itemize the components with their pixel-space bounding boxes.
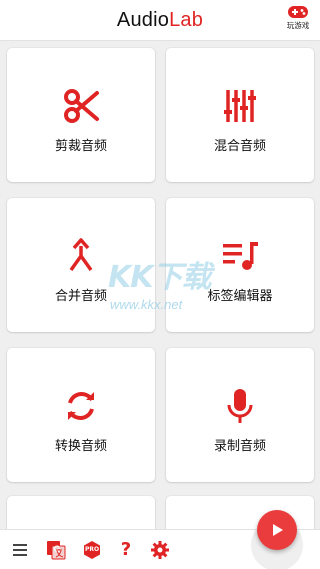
play-game-label: 玩游戏: [286, 21, 310, 30]
merge-arrow-icon: [69, 238, 93, 272]
record-audio-card[interactable]: 录制音频: [166, 348, 314, 482]
microphone-icon: [227, 389, 253, 423]
play-icon: [273, 524, 283, 536]
translate-button[interactable]: G: [46, 540, 66, 560]
merge-audio-card[interactable]: 合并音频: [7, 198, 155, 332]
pro-badge-text: PRO: [84, 546, 100, 553]
app-title-lab: Lab: [169, 9, 204, 31]
settings-button[interactable]: [150, 540, 170, 560]
app-root: AudioLab 玩游戏 剪裁音频 混合音频 合并音频 标签编辑器 转换音频 录…: [0, 0, 320, 569]
convert-audio-label: 转换音频: [54, 439, 107, 454]
convert-audio-card[interactable]: 转换音频: [7, 348, 155, 482]
play-fab-button[interactable]: [257, 510, 297, 550]
cut-audio-card[interactable]: 剪裁音频: [7, 48, 155, 182]
help-button[interactable]: ?: [116, 540, 136, 560]
settings-gear-icon: [151, 541, 169, 559]
help-icon: ?: [120, 539, 132, 560]
record-audio-label: 录制音频: [213, 439, 266, 454]
mixer-sliders-icon: [224, 90, 256, 122]
translate-icon: G: [47, 541, 66, 560]
pro-button[interactable]: PRO: [82, 540, 102, 560]
menu-icon: [13, 544, 27, 556]
menu-button[interactable]: [10, 540, 30, 560]
convert-sync-icon: [68, 392, 94, 420]
tag-list-music-icon: [223, 242, 258, 270]
cut-audio-label: 剪裁音频: [54, 139, 107, 154]
mix-audio-card[interactable]: 混合音频: [166, 48, 314, 182]
app-header: AudioLab 玩游戏: [0, 0, 320, 41]
play-game-button[interactable]: 玩游戏: [284, 5, 312, 37]
gamepad-icon: [288, 6, 308, 18]
mix-audio-label: 混合音频: [213, 139, 266, 154]
tag-editor-label: 标签编辑器: [207, 289, 273, 304]
tag-editor-card[interactable]: 标签编辑器: [166, 198, 314, 332]
app-title: AudioLab: [0, 9, 320, 32]
merge-audio-label: 合并音频: [54, 289, 107, 304]
app-title-audio: Audio: [116, 9, 170, 31]
scissors-icon: [64, 89, 99, 123]
